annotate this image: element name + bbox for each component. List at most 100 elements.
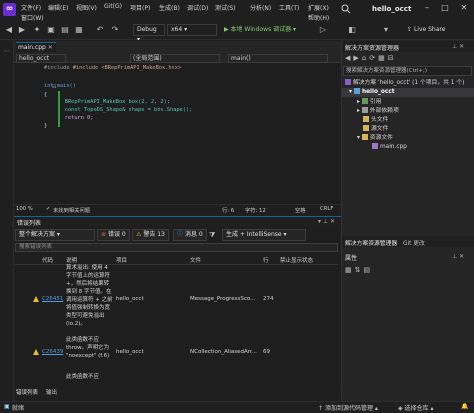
undo-icon[interactable]: ↶ [95,25,105,35]
tab-solution-explorer[interactable]: 解决方案资源管理器 [345,238,397,247]
menu-project[interactable]: 项目(P) [130,3,150,12]
menu-edit[interactable]: 编辑(E) [48,3,68,12]
folder-icon [363,125,369,131]
solution-explorer-title: 解决方案资源管理器 [345,45,400,52]
notifications-icon[interactable]: 🔔 [461,403,468,410]
properties-title: 属性 [345,255,358,262]
code-line[interactable]: #include #include <BRepPrimAPI_MakeBox.h… [44,64,181,73]
tree-source-files[interactable]: 源文件 [363,125,388,134]
project-icon [353,88,360,94]
error-project: hello_occt [116,349,144,355]
messages-filter-button[interactable]: ⓘ 消息 0 [173,229,207,241]
close-icon[interactable]: ✕ [457,2,471,14]
column-line[interactable]: 行 [263,256,269,264]
whitespace-mode[interactable]: 空格 [295,206,306,214]
line-ending[interactable]: CRLF [320,206,333,212]
toolbar-more-icon[interactable]: ▾ [381,25,391,35]
error-code-link[interactable]: C26451 [42,296,63,302]
zoom-level[interactable]: 100 % [16,206,33,212]
save-icon[interactable]: ▤ [60,25,70,35]
live-share-button[interactable]: ⇪ Live Share [407,24,445,36]
sol-toolbar-icons[interactable]: ◀▶⌂⟳▦⊟ [345,54,397,62]
back-icon[interactable]: ◀ [4,25,14,35]
column-description[interactable]: 说明 [66,256,77,264]
menu-view[interactable]: 视图(V) [76,3,97,12]
open-icon[interactable]: ▣ [46,25,56,35]
warning-icon [33,296,39,302]
menu-tools[interactable]: 工具(T) [279,3,299,12]
scope-dropdown[interactable]: 整个解决方案 ▾ [15,229,95,241]
errors-filter-button[interactable]: ⊗ 错误 0 [97,229,130,241]
error-file: Message_ProgressSco... [190,296,256,302]
column-file[interactable]: 文件 [190,256,201,264]
code-line[interactable]: int main() [44,82,76,91]
tree-references[interactable]: ▸ 引用 [357,98,381,107]
config-dropdown[interactable]: Debug ▾ [133,24,165,43]
menu-extensions[interactable]: 扩展(X) [308,3,329,12]
cursor-char: 字符: 12 [245,208,266,214]
platform-dropdown[interactable]: x64 ▾ [167,24,217,36]
external-deps-icon [361,107,368,113]
error-line: 69 [263,349,270,355]
column-suppression[interactable]: 禁止显示状态 [280,256,313,264]
solution-search-input[interactable]: 搜索解决方案资源管理器(Ctrl+;) [343,66,472,76]
column-code[interactable]: 代码 [42,256,53,264]
panel-pin-icon[interactable]: ⊥ ✕ [452,253,464,260]
tab-git-changes[interactable]: Git 更改 [403,238,425,247]
build-filter-dropdown[interactable]: 生成 + IntelliSense ▾ [222,229,306,241]
tab-main-cpp[interactable]: main.cpp ✕ [16,42,56,52]
code-line[interactable]: { [44,91,47,100]
tree-external-deps[interactable]: ▸ 外部依赖项 [357,107,399,116]
menu-window[interactable]: 窗口(W) [21,13,44,22]
menu-build[interactable]: 生成(B) [159,3,180,12]
status-ready: 就绪 [12,405,25,412]
cursor-line: 行: 6 [222,208,235,214]
tab-output[interactable]: 输出 [46,388,57,396]
toolbar-extra-icon[interactable]: ◧ [347,25,357,35]
search-icon[interactable] [340,4,352,14]
panel-pin-icon[interactable]: ⊥ ✕ [452,43,464,50]
maximize-icon[interactable]: □ [438,2,452,14]
nav-function-dropdown[interactable]: main() [228,54,328,63]
panel-pin-icon[interactable]: ▾ ⊥ ✕ [318,218,335,225]
tree-project[interactable]: ▾ hello_occt [349,88,394,97]
menu-analyze[interactable]: 分析(N) [250,3,271,12]
redo-icon[interactable]: ↷ [110,25,120,35]
error-description: 此类函数不应 [66,374,100,380]
forward-icon[interactable]: ▶ [17,25,27,35]
menu-file[interactable]: 文件(F) [21,3,41,12]
tree-resource-files[interactable]: ▾ 资源文件 [357,134,393,143]
tree-header-files[interactable]: 头文件 [363,116,388,125]
error-code-link[interactable]: C26439 [42,349,63,355]
add-to-source-control[interactable]: ↑ 添加到源代码管理 ▴ [318,403,378,412]
menu-test[interactable]: 测试(S) [215,3,236,12]
issues-status[interactable]: 未找到相关问题 [53,206,90,214]
code-line[interactable]: } [44,122,47,131]
run-debugger-button[interactable]: ▶ 本地 Windows 调试器 ▾ [224,24,296,36]
start-without-debug-icon[interactable]: ▷ [318,25,328,35]
select-repo[interactable]: ◈ 选择仓库 ▴ [398,403,433,412]
nav-scope-dropdown[interactable]: (全局范围) [130,54,220,63]
ready-icon: ▣ [4,403,10,410]
toolbox-tab-icon[interactable]: ⋮ [3,48,10,54]
tree-solution[interactable]: 解决方案 'hello_occt' (1 个项目，共 1 个) [345,79,464,88]
menu-debug[interactable]: 调试(D) [187,3,208,12]
minimize-icon[interactable]: – [420,2,434,14]
new-project-icon[interactable]: ✦ [32,25,42,35]
menu-git[interactable]: Git(G) [104,3,122,12]
save-all-icon[interactable]: ▦ [74,25,84,35]
filter-icon[interactable]: ⧩ [209,231,215,240]
error-file: NCollection_AliasedArr... [190,349,257,355]
nav-project-dropdown[interactable]: hello_occt [16,54,66,63]
tree-main-cpp[interactable]: main.cpp [372,143,407,152]
warnings-filter-button[interactable]: ⚠ 警告 13 [132,229,169,241]
error-search-input[interactable]: 搜索错误列表 [15,243,338,252]
error-list-title: 错误列表 [17,220,42,227]
code-line[interactable]: return 0; [52,114,94,123]
tab-error-list[interactable]: 错误列表 [16,388,38,396]
menu-help[interactable]: 帮助(H) [308,13,329,22]
properties-toolbar-icons[interactable]: ▦⇅▤ [345,266,373,274]
warning-icon [33,349,39,355]
window-title: hello_occt [372,5,412,13]
column-project[interactable]: 项目 [116,256,127,264]
